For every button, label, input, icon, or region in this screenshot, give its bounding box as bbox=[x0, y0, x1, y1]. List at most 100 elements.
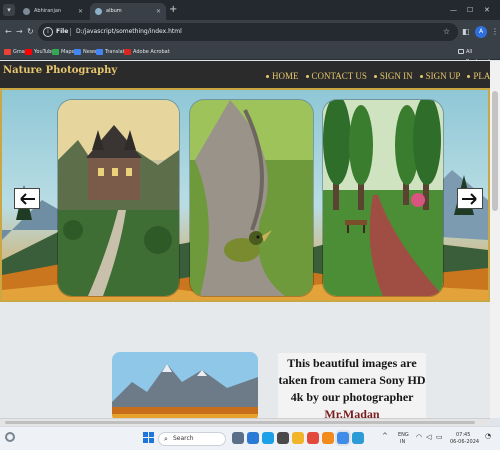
site-header: Nature Photography HOME CONTACT US SIGN … bbox=[0, 61, 490, 88]
nav-label: PLACE ORDER bbox=[473, 71, 490, 81]
volume-icon[interactable]: ◁ bbox=[426, 434, 431, 441]
carousel-next-button[interactable] bbox=[457, 188, 483, 209]
site-info-icon[interactable]: i bbox=[43, 27, 53, 37]
page-favicon-icon bbox=[95, 8, 102, 15]
tab-album[interactable]: album ✕ bbox=[90, 3, 166, 20]
new-tab-button[interactable]: + bbox=[169, 4, 177, 16]
start-tile bbox=[149, 432, 154, 437]
close-tab-icon[interactable]: ✕ bbox=[78, 3, 83, 20]
reload-button[interactable]: ↻ bbox=[27, 26, 34, 38]
park-image bbox=[323, 100, 443, 296]
minimize-button[interactable]: — bbox=[450, 4, 457, 16]
bird-image bbox=[190, 100, 313, 296]
forward-button[interactable]: → bbox=[16, 26, 23, 38]
maximize-button[interactable]: ☐ bbox=[467, 4, 473, 16]
nav-place-order[interactable]: PLACE ORDER bbox=[467, 71, 490, 81]
intro-section: This beautiful images are taken from cam… bbox=[0, 302, 490, 418]
bullet-icon bbox=[266, 75, 269, 79]
tab-title: album bbox=[106, 8, 122, 14]
address-bar[interactable]: i File D:/javascript/something/index.htm… bbox=[38, 23, 458, 41]
clock-date[interactable]: 06-06-2024 bbox=[450, 439, 479, 445]
start-tile bbox=[143, 438, 148, 443]
close-tab-icon[interactable]: ✕ bbox=[156, 3, 161, 20]
nav-home[interactable]: HOME bbox=[266, 71, 299, 81]
castle-image bbox=[58, 100, 179, 296]
bullet-icon bbox=[305, 75, 309, 79]
bookmark-label: Adobe Acrobat bbox=[133, 49, 170, 55]
language-indicator[interactable]: ENG bbox=[398, 432, 409, 438]
scroll-thumb[interactable] bbox=[5, 421, 475, 424]
main-nav: HOME CONTACT US SIGN IN SIGN UP PLACE OR… bbox=[266, 71, 490, 81]
close-window-button[interactable]: ✕ bbox=[484, 4, 490, 16]
horizontal-scrollbar[interactable] bbox=[0, 418, 490, 426]
carousel-prev-button[interactable] bbox=[14, 188, 40, 209]
nav-label: SIGN IN bbox=[379, 71, 413, 81]
slide-castle-photo[interactable] bbox=[58, 100, 179, 296]
file-explorer-icon[interactable] bbox=[292, 432, 304, 444]
browser-toolbar: ← → ↻ i File D:/javascript/something/ind… bbox=[0, 20, 500, 44]
bookmark-maps[interactable]: Maps bbox=[52, 47, 74, 57]
start-tile bbox=[143, 432, 148, 437]
nav-contact-us[interactable]: CONTACT US bbox=[305, 71, 367, 81]
wifi-icon[interactable]: ◠ bbox=[416, 434, 422, 441]
menu-kebab-icon[interactable]: ⋮ bbox=[491, 26, 499, 38]
tray-overflow-icon[interactable]: ^ bbox=[382, 433, 388, 440]
mountain-photo-card bbox=[112, 352, 258, 418]
extensions-icon[interactable]: ◧ bbox=[462, 26, 470, 38]
bookmark-news[interactable]: News bbox=[74, 47, 97, 57]
divider bbox=[70, 28, 71, 36]
intro-text-box: This beautiful images are taken from cam… bbox=[278, 353, 426, 418]
page-viewport: Nature Photography HOME CONTACT US SIGN … bbox=[0, 61, 490, 418]
vscode-icon[interactable] bbox=[352, 432, 364, 444]
bookmark-adobe-acrobat[interactable]: Adobe Acrobat bbox=[124, 47, 170, 57]
tab-abhiranjan[interactable]: Abhiranjan ✕ bbox=[18, 3, 88, 20]
nav-label: HOME bbox=[272, 71, 299, 81]
start-button[interactable] bbox=[143, 432, 154, 443]
url-text[interactable]: D:/javascript/something/index.html bbox=[76, 26, 182, 38]
bookmark-label: News bbox=[83, 49, 97, 55]
slide-park-path-photo[interactable] bbox=[323, 100, 443, 296]
nav-sign-up[interactable]: SIGN UP bbox=[419, 71, 461, 81]
gmail-icon bbox=[4, 49, 11, 55]
bookmark-star-icon[interactable]: ☆ bbox=[443, 26, 450, 38]
profile-favicon-icon bbox=[23, 8, 30, 15]
slide-bird-photo[interactable] bbox=[190, 100, 313, 296]
tab-title: Abhiranjan bbox=[34, 8, 62, 14]
office-icon[interactable] bbox=[307, 432, 319, 444]
bullet-icon bbox=[467, 75, 471, 79]
adobe-acrobat-icon bbox=[124, 49, 131, 55]
region-indicator[interactable]: IN bbox=[400, 439, 405, 445]
site-brand[interactable]: Nature Photography bbox=[3, 65, 117, 76]
tab-search-button[interactable]: ▾ bbox=[3, 4, 15, 16]
firefox-icon[interactable] bbox=[322, 432, 334, 444]
notifications-icon[interactable]: ◔ bbox=[485, 433, 491, 440]
bookmarks-bar: Gmail YouTube Maps News Translate Adobe … bbox=[0, 44, 500, 65]
photographer-name: Mr.Madan bbox=[324, 407, 380, 418]
windows-taskbar: ⌕ Search ^ ENG IN ◠ ◁ ▭ 07:45 06-06-2024… bbox=[0, 426, 500, 450]
battery-icon[interactable]: ▭ bbox=[436, 434, 443, 441]
hero-carousel bbox=[0, 88, 490, 302]
nav-label: SIGN UP bbox=[425, 71, 461, 81]
clock-time[interactable]: 07:45 bbox=[456, 432, 470, 438]
bookmark-translate[interactable]: Translate bbox=[96, 47, 128, 57]
chrome-icon[interactable] bbox=[337, 432, 349, 444]
news-icon bbox=[74, 49, 81, 55]
edge-icon[interactable] bbox=[262, 432, 274, 444]
widgets-icon[interactable] bbox=[247, 432, 259, 444]
bookmark-youtube[interactable]: YouTube bbox=[25, 47, 54, 57]
taskbar-search-box[interactable]: ⌕ Search bbox=[158, 432, 226, 446]
nav-sign-in[interactable]: SIGN IN bbox=[373, 71, 413, 81]
bookmark-label: Maps bbox=[61, 49, 75, 55]
folder-icon bbox=[458, 49, 464, 54]
weather-icon[interactable] bbox=[5, 432, 15, 442]
search-placeholder: Search bbox=[173, 435, 194, 442]
vertical-scrollbar[interactable] bbox=[490, 61, 500, 418]
bullet-icon bbox=[419, 75, 423, 79]
task-view-icon[interactable] bbox=[232, 432, 244, 444]
back-button[interactable]: ← bbox=[5, 26, 12, 38]
maps-icon bbox=[52, 49, 59, 55]
scroll-thumb[interactable] bbox=[492, 91, 498, 211]
arrow-left-icon bbox=[20, 192, 35, 205]
profile-avatar[interactable]: A bbox=[475, 26, 487, 38]
terminal-icon[interactable] bbox=[277, 432, 289, 444]
